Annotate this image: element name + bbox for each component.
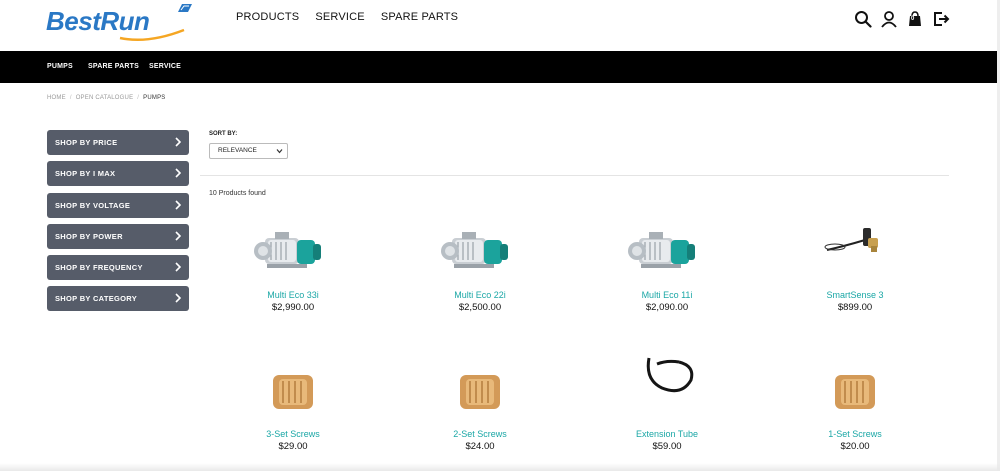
- breadcrumb-current: PUMPS: [143, 95, 166, 101]
- results-count: 10 Products found: [209, 190, 266, 197]
- nav-spare-parts[interactable]: SPARE PARTS: [381, 11, 458, 23]
- product-price: $2,500.00: [458, 302, 502, 313]
- breadcrumb-separator: /: [137, 95, 140, 101]
- filter-shop-by-category[interactable]: SHOP BY CATEGORY: [47, 286, 189, 312]
- product-name[interactable]: Multi Eco 33i: [213, 290, 373, 300]
- product-card[interactable]: 1-Set Screws $20.00: [775, 359, 935, 452]
- subnav-spare-parts[interactable]: SPARE PARTS: [88, 63, 139, 70]
- site-header: BestRun PRODUCTS SERVICE SPARE PARTS 0: [0, 0, 1000, 51]
- product-price: $20.00: [840, 441, 870, 452]
- filter-label: SHOP BY POWER: [55, 231, 123, 241]
- filter-shop-by-voltage[interactable]: SHOP BY VOLTAGE: [47, 192, 189, 218]
- pump-image[interactable]: [400, 220, 560, 290]
- product-name[interactable]: SmartSense 3: [775, 290, 935, 300]
- main-nav: PRODUCTS SERVICE SPARE PARTS: [236, 11, 458, 23]
- user-icon[interactable]: [880, 10, 898, 28]
- filter-shop-by-i-max[interactable]: SHOP BY I MAX: [47, 161, 189, 187]
- breadcrumb-separator: /: [69, 95, 72, 101]
- viewport-bottom-shadow: [0, 463, 1000, 471]
- product-price: $2,990.00: [271, 302, 315, 313]
- sort-selected-value: RELEVANCE: [218, 147, 257, 154]
- product-card[interactable]: Multi Eco 22i $2,500.00: [400, 220, 560, 313]
- product-name[interactable]: 2-Set Screws: [400, 429, 560, 439]
- chevron-down-icon: [276, 149, 283, 154]
- cart-icon[interactable]: 0: [906, 10, 924, 28]
- product-card[interactable]: SmartSense 3 $899.00: [775, 220, 935, 313]
- breadcrumb-open-catalogue[interactable]: OPEN CATALOGUE: [76, 95, 134, 101]
- product-price: $24.00: [465, 441, 495, 452]
- logo-swoosh-icon: [119, 28, 185, 42]
- product-price: $899.00: [837, 302, 873, 313]
- product-name[interactable]: 3-Set Screws: [213, 429, 373, 439]
- chevron-right-icon: [175, 293, 181, 304]
- chevron-right-icon: [175, 231, 181, 241]
- pump-image[interactable]: [587, 220, 747, 290]
- filter-label: SHOP BY FREQUENCY: [55, 263, 143, 273]
- search-icon[interactable]: [854, 10, 872, 28]
- product-card[interactable]: Multi Eco 11i $2,090.00: [587, 220, 747, 313]
- filter-sidebar: SHOP BY PRICE SHOP BY I MAX SHOP BY VOLT…: [47, 130, 189, 318]
- filter-label: SHOP BY CATEGORY: [55, 294, 138, 304]
- logout-icon[interactable]: [932, 10, 950, 28]
- product-card[interactable]: 2-Set Screws $24.00: [400, 359, 560, 452]
- chevron-right-icon: [175, 137, 181, 147]
- fitting-image[interactable]: [400, 359, 560, 429]
- nav-service[interactable]: SERVICE: [315, 11, 365, 23]
- product-card[interactable]: 3-Set Screws $29.00: [213, 359, 373, 452]
- chevron-right-icon: [175, 262, 181, 272]
- product-name[interactable]: Multi Eco 22i: [400, 290, 560, 300]
- product-price: $59.00: [652, 441, 682, 452]
- chevron-right-icon: [175, 200, 181, 210]
- product-price: $2,090.00: [645, 302, 689, 313]
- pump-image[interactable]: [213, 220, 373, 290]
- filter-label: SHOP BY VOLTAGE: [55, 200, 131, 210]
- breadcrumb-home[interactable]: HOME: [47, 95, 66, 101]
- filter-shop-by-frequency[interactable]: SHOP BY FREQUENCY: [47, 255, 189, 281]
- breadcrumb: HOME / OPEN CATALOGUE / PUMPS: [47, 95, 166, 101]
- filter-shop-by-price[interactable]: SHOP BY PRICE: [47, 130, 189, 155]
- toolbar-divider: [200, 175, 949, 176]
- cart-count-badge: 0: [911, 16, 915, 22]
- product-name[interactable]: Multi Eco 11i: [587, 290, 747, 300]
- tube-image[interactable]: [587, 350, 747, 429]
- category-nav: PUMPS SPARE PARTS SERVICE: [0, 51, 1000, 83]
- header-actions: 0: [854, 10, 950, 28]
- product-price: $29.00: [278, 441, 308, 452]
- product-name[interactable]: 1-Set Screws: [775, 429, 935, 439]
- sort-label: SORT BY:: [209, 131, 238, 137]
- product-card[interactable]: Multi Eco 33i $2,990.00: [213, 220, 373, 313]
- sort-select[interactable]: RELEVANCE: [209, 143, 288, 159]
- fitting-image[interactable]: [213, 359, 373, 429]
- subnav-pumps[interactable]: PUMPS: [47, 63, 73, 70]
- filter-shop-by-power[interactable]: SHOP BY POWER: [47, 223, 189, 249]
- product-name[interactable]: Extension Tube: [587, 429, 747, 439]
- subnav-service[interactable]: SERVICE: [149, 63, 181, 70]
- product-card[interactable]: Extension Tube $59.00: [587, 350, 747, 452]
- logo-badge-icon: [178, 4, 192, 12]
- nav-products[interactable]: PRODUCTS: [236, 11, 299, 23]
- filter-label: SHOP BY PRICE: [55, 138, 118, 147]
- fitting-image[interactable]: [775, 359, 935, 429]
- filter-label: SHOP BY I MAX: [55, 169, 116, 179]
- chevron-right-icon: [175, 168, 181, 178]
- bestrun-logo[interactable]: BestRun: [46, 2, 196, 42]
- sensor-image[interactable]: [775, 220, 935, 290]
